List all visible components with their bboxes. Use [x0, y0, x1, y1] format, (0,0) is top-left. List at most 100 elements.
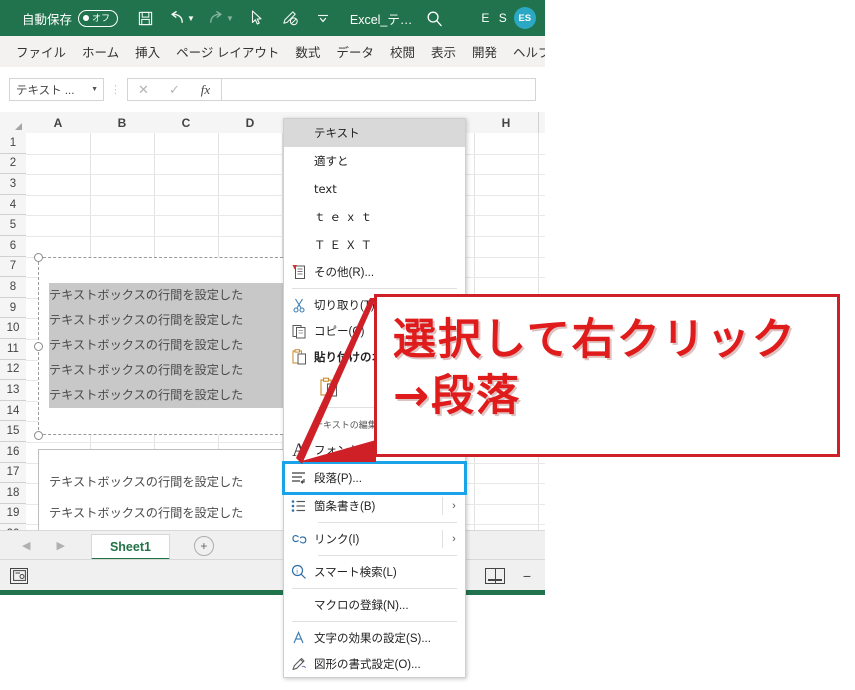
select-all-corner[interactable] [0, 112, 27, 133]
menu-item-label: ＴＥＸＴ [314, 238, 376, 252]
paste-options-icon [284, 349, 314, 365]
row-header-8[interactable]: 8 [0, 277, 26, 298]
menu-item-style-fit[interactable]: 適すと [284, 147, 465, 175]
row-header-6[interactable]: 6 [0, 236, 26, 257]
menu-item-label: マクロの登録(N)... [314, 600, 409, 612]
nav-prev-icon[interactable]: ◀ [22, 539, 30, 552]
chevron-down-icon[interactable]: ▼ [91, 86, 98, 93]
row-header-3[interactable]: 3 [0, 174, 26, 195]
menu-item-style-text[interactable]: テキスト [284, 119, 465, 147]
autosave-label: 自動保存 [22, 12, 73, 27]
menu-item-style-spaced[interactable]: ｔｅｘｔ [284, 203, 465, 231]
name-box-value: テキスト ... [16, 84, 75, 97]
row-header-17[interactable]: 17 [0, 463, 26, 484]
row-header-5[interactable]: 5 [0, 215, 26, 236]
menu-item-assign-macro[interactable]: マクロの登録(N)... [284, 592, 465, 618]
more-styles-icon [284, 264, 314, 280]
row-header-10[interactable]: 10 [0, 318, 26, 339]
avatar[interactable]: ES [513, 7, 536, 29]
tab-page-layout[interactable]: ページ レイアウト [168, 42, 287, 61]
tab-view[interactable]: 表示 [423, 42, 464, 61]
menu-item-label: リンク(I) [314, 534, 360, 546]
more-commands-icon[interactable] [310, 5, 336, 31]
draw-off-icon[interactable] [278, 5, 304, 31]
sheet-tab-sheet1[interactable]: Sheet1 [90, 534, 170, 560]
autosave-state: オフ [92, 12, 111, 23]
page-layout-view-icon[interactable] [484, 567, 505, 584]
row-header-4[interactable]: 4 [0, 195, 26, 216]
column-header-c[interactable]: C [154, 112, 219, 133]
menu-item-smart-lookup[interactable]: i スマート検索(L) [284, 559, 465, 585]
cancel-icon[interactable]: ✕ [128, 79, 159, 100]
menu-item-more-styles[interactable]: その他(R)... [284, 259, 465, 285]
save-icon[interactable] [132, 5, 158, 31]
autosave-switch[interactable]: オフ [78, 9, 119, 27]
submenu-arrow-icon: › [442, 497, 465, 515]
search-icon[interactable] [426, 10, 443, 27]
tab-data[interactable]: データ [328, 42, 382, 61]
record-macro-icon[interactable] [10, 567, 28, 584]
row-header-12[interactable]: 12 [0, 360, 26, 381]
menu-item-label: その他(R)... [314, 267, 375, 279]
tab-insert[interactable]: 挿入 [127, 42, 168, 61]
row-header-2[interactable]: 2 [0, 154, 26, 175]
zoom-out-icon[interactable]: − [523, 568, 531, 584]
tab-file[interactable]: ファイル [8, 42, 74, 61]
menu-item-format-shape[interactable]: 図形の書式設定(O)... [284, 651, 465, 677]
tab-home[interactable]: ホーム [74, 42, 127, 61]
resize-handle-top-left[interactable] [34, 253, 43, 262]
redo-dropdown-icon: ▼ [225, 13, 234, 23]
check-icon[interactable]: ✓ [159, 79, 190, 100]
menu-separator [292, 288, 457, 289]
row-header-7[interactable]: 7 [0, 257, 26, 278]
menu-item-paragraph[interactable]: 段落(P)... [282, 461, 467, 495]
menu-item-link[interactable]: リンク(I) › [284, 526, 465, 552]
row-header-14[interactable]: 14 [0, 401, 26, 422]
nav-next-icon[interactable]: ▶ [56, 539, 64, 552]
menu-item-label: 図形の書式設定(O)... [314, 659, 421, 671]
submenu-arrow-icon: › [442, 530, 465, 548]
smart-lookup-icon: i [284, 564, 314, 580]
textbox-line: テキストボックスの行間を設定した [49, 506, 244, 520]
textbox-spaced[interactable]: テキストボックスの行間を設定した テキストボックスの行間を設定した テキストボッ… [38, 449, 288, 530]
tab-developer[interactable]: 開発 [464, 42, 505, 61]
paste-keep-icon[interactable] [314, 377, 344, 397]
menu-item-text-effects[interactable]: 文字の効果の設定(S)... [284, 625, 465, 651]
callout-line-1: 選択して右クリック [393, 315, 797, 365]
tab-help[interactable]: ヘルプ [505, 42, 545, 61]
name-box[interactable]: テキスト ... ▼ [9, 78, 104, 101]
row-header-15[interactable]: 15 [0, 421, 26, 442]
bullets-icon [284, 499, 314, 513]
row-header-18[interactable]: 18 [0, 483, 26, 504]
file-name[interactable]: Excel_テ… [350, 9, 413, 28]
row-header-13[interactable]: 13 [0, 380, 26, 401]
row-header-9[interactable]: 9 [0, 298, 26, 319]
format-shape-icon [284, 656, 314, 672]
column-header-h[interactable]: H [474, 112, 539, 133]
font-icon: A [292, 439, 306, 461]
resize-handle-middle-left[interactable] [34, 342, 43, 351]
insert-function-icon[interactable]: fx [190, 79, 221, 100]
row-header-11[interactable]: 11 [0, 339, 26, 360]
autosave-toggle[interactable]: 自動保存 オフ [22, 9, 119, 28]
tab-formulas[interactable]: 数式 [287, 42, 328, 61]
column-header-d[interactable]: D [218, 112, 283, 133]
text-effects-icon [284, 630, 314, 646]
tab-review[interactable]: 校閲 [382, 42, 423, 61]
row-header-16[interactable]: 16 [0, 442, 26, 463]
resize-handle-bottom-left[interactable] [34, 431, 43, 440]
svg-text:i: i [296, 567, 298, 575]
row-header-1[interactable]: 1 [0, 133, 26, 154]
pointer-icon[interactable] [244, 5, 270, 31]
menu-item-style-lower[interactable]: text [284, 175, 465, 203]
callout-line-2: →段落 [393, 371, 522, 421]
menu-item-style-upper[interactable]: ＴＥＸＴ [284, 231, 465, 259]
row-header-19[interactable]: 19 [0, 504, 26, 525]
add-sheet-button[interactable]: + [193, 536, 214, 556]
column-header-a[interactable]: A [26, 112, 91, 133]
menu-item-bullets[interactable]: 箇条書き(B) › [284, 493, 465, 519]
column-header-b[interactable]: B [90, 112, 155, 133]
undo-dropdown-icon[interactable]: ▼ [187, 14, 195, 23]
formula-input[interactable] [222, 78, 536, 101]
textbox-selected[interactable]: テキストボックスの行間を設定した テキストボックスの行間を設定した テキストボッ… [38, 257, 288, 435]
